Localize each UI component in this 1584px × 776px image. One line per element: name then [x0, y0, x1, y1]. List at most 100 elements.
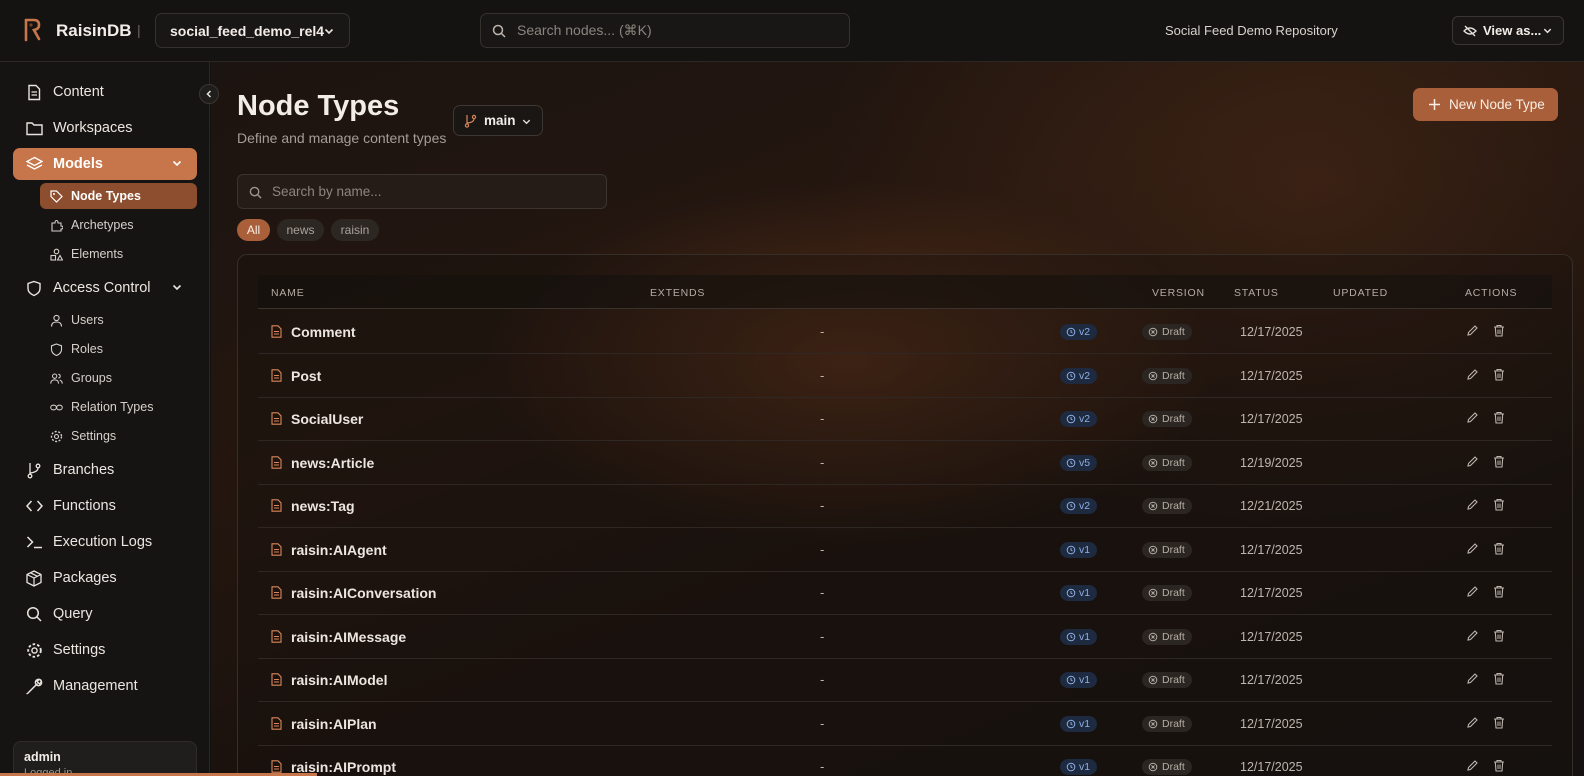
node-type-name[interactable]: raisin:AIPlan: [291, 716, 377, 732]
sidebar-subitem-archetypes[interactable]: Archetypes: [40, 212, 197, 238]
version-text: v2: [1079, 500, 1091, 512]
delete-button[interactable]: [1493, 368, 1505, 386]
global-search-placeholder: Search nodes... (⌘K): [517, 22, 652, 38]
table-row[interactable]: raisin:AIMessage - v1 Draft 12/17/2025: [258, 615, 1552, 659]
node-type-name[interactable]: news:Article: [291, 455, 374, 471]
edit-button[interactable]: [1466, 411, 1479, 429]
edit-button[interactable]: [1466, 324, 1479, 342]
column-header-name[interactable]: NAME: [271, 287, 305, 299]
repository-selector[interactable]: social_feed_demo_rel4: [155, 13, 350, 48]
node-type-name[interactable]: SocialUser: [291, 411, 363, 427]
delete-button[interactable]: [1493, 498, 1505, 516]
code-icon: [25, 497, 43, 515]
node-type-name[interactable]: news:Tag: [291, 498, 355, 514]
column-header-version[interactable]: VERSION: [1152, 287, 1205, 299]
edit-button[interactable]: [1466, 585, 1479, 603]
sidebar-item-functions[interactable]: Functions: [13, 490, 197, 522]
delete-button[interactable]: [1493, 324, 1505, 342]
sidebar-item-branches[interactable]: Branches: [13, 454, 197, 486]
search-icon: [25, 605, 43, 623]
node-type-name[interactable]: raisin:AIModel: [291, 672, 387, 688]
table-row[interactable]: SocialUser - v2 Draft 12/17/2025: [258, 397, 1552, 441]
updated-date: 12/17/2025: [1240, 368, 1303, 383]
pencil-icon: [1467, 499, 1478, 510]
table-row[interactable]: raisin:AIPrompt - v1 Draft 12/17/2025: [258, 745, 1552, 776]
sidebar-subitem-access-settings[interactable]: Settings: [40, 423, 197, 449]
node-type-search-input[interactable]: Search by name...: [237, 174, 607, 209]
delete-button[interactable]: [1493, 716, 1505, 734]
sidebar-subitem-relation-types[interactable]: Relation Types: [40, 394, 197, 420]
node-type-name[interactable]: Comment: [291, 324, 356, 340]
node-type-name[interactable]: raisin:AIMessage: [291, 629, 406, 645]
filter-chip-raisin[interactable]: raisin: [331, 219, 379, 241]
sidebar-item-query[interactable]: Query: [13, 598, 197, 630]
column-header-extends[interactable]: EXTENDS: [650, 287, 705, 299]
sidebar-item-settings[interactable]: Settings: [13, 634, 197, 666]
node-type-name[interactable]: raisin:AIAgent: [291, 542, 387, 558]
status-badge: Draft: [1142, 367, 1192, 384]
sidebar-subitem-roles[interactable]: Roles: [40, 336, 197, 362]
sidebar-item-access-control[interactable]: Access Control: [13, 272, 197, 304]
sidebar-item-label: Functions: [53, 498, 116, 514]
table-row[interactable]: raisin:AIAgent - v1 Draft 12/17/2025: [258, 528, 1552, 572]
column-header-status[interactable]: STATUS: [1234, 287, 1279, 299]
view-as-button[interactable]: View as...: [1452, 16, 1564, 45]
sidebar-subitem-groups[interactable]: Groups: [40, 365, 197, 391]
status-text: Draft: [1162, 500, 1185, 512]
sidebar-subitem-label: Settings: [71, 429, 117, 443]
sidebar-item-management[interactable]: Management: [13, 670, 197, 702]
delete-button[interactable]: [1493, 455, 1505, 473]
file-icon: [271, 586, 282, 599]
table-row[interactable]: news:Tag - v2 Draft 12/21/2025: [258, 484, 1552, 528]
history-icon: [1066, 501, 1076, 511]
sidebar-subitem-users[interactable]: Users: [40, 307, 197, 333]
status-text: Draft: [1162, 761, 1185, 773]
raisindb-logo-icon[interactable]: [22, 18, 42, 42]
version-badge: v5: [1060, 454, 1098, 471]
delete-button[interactable]: [1493, 672, 1505, 690]
table-row[interactable]: raisin:AIConversation - v1 Draft 12/17/2025: [258, 571, 1552, 615]
branch-selector[interactable]: main: [453, 105, 543, 136]
sidebar-subitem-node-types[interactable]: Node Types: [40, 183, 197, 209]
sidebar-item-content[interactable]: Content: [13, 76, 197, 108]
node-type-name[interactable]: Post: [291, 368, 321, 384]
edit-button[interactable]: [1466, 542, 1479, 560]
delete-button[interactable]: [1493, 542, 1505, 560]
version-text: v1: [1079, 674, 1091, 686]
circle-x-icon: [1148, 675, 1158, 685]
table-row[interactable]: Comment - v2 Draft 12/17/2025: [258, 310, 1552, 354]
version-badge: v1: [1060, 628, 1098, 645]
edit-button[interactable]: [1466, 629, 1479, 647]
sidebar-item-workspaces[interactable]: Workspaces: [13, 112, 197, 144]
edit-button[interactable]: [1466, 716, 1479, 734]
trash-icon: [1494, 542, 1504, 555]
delete-button[interactable]: [1493, 585, 1505, 603]
node-type-name[interactable]: raisin:AIConversation: [291, 585, 436, 601]
edit-button[interactable]: [1466, 368, 1479, 386]
global-search-input[interactable]: Search nodes... (⌘K): [480, 13, 850, 48]
sidebar-item-models[interactable]: Models: [13, 148, 197, 180]
sidebar-subitem-elements[interactable]: Elements: [40, 241, 197, 267]
table-row[interactable]: raisin:AIModel - v1 Draft 12/17/2025: [258, 658, 1552, 702]
trash-icon: [1494, 455, 1504, 468]
sidebar-item-execution-logs[interactable]: Execution Logs: [13, 526, 197, 558]
delete-button[interactable]: [1493, 411, 1505, 429]
sidebar-item-label: Content: [53, 84, 104, 100]
table-row[interactable]: Post - v2 Draft 12/17/2025: [258, 354, 1552, 398]
version-text: v1: [1079, 543, 1091, 556]
status-text: Draft: [1162, 413, 1185, 425]
user-card[interactable]: admin Logged in: [13, 741, 197, 776]
edit-button[interactable]: [1466, 672, 1479, 690]
edit-button[interactable]: [1466, 455, 1479, 473]
delete-button[interactable]: [1493, 629, 1505, 647]
filter-chip-news[interactable]: news: [277, 219, 324, 241]
filter-chip-all[interactable]: All: [237, 219, 270, 241]
collapse-sidebar-button[interactable]: [199, 84, 219, 104]
new-node-type-button[interactable]: New Node Type: [1413, 88, 1558, 121]
table-row[interactable]: raisin:AIPlan - v1 Draft 12/17/2025: [258, 702, 1552, 746]
table-row[interactable]: news:Article - v5 Draft 12/19/2025: [258, 441, 1552, 485]
sidebar-item-packages[interactable]: Packages: [13, 562, 197, 594]
edit-button[interactable]: [1466, 498, 1479, 516]
column-header-updated[interactable]: UPDATED: [1333, 287, 1388, 299]
repository-name: social_feed_demo_rel4: [170, 22, 325, 39]
